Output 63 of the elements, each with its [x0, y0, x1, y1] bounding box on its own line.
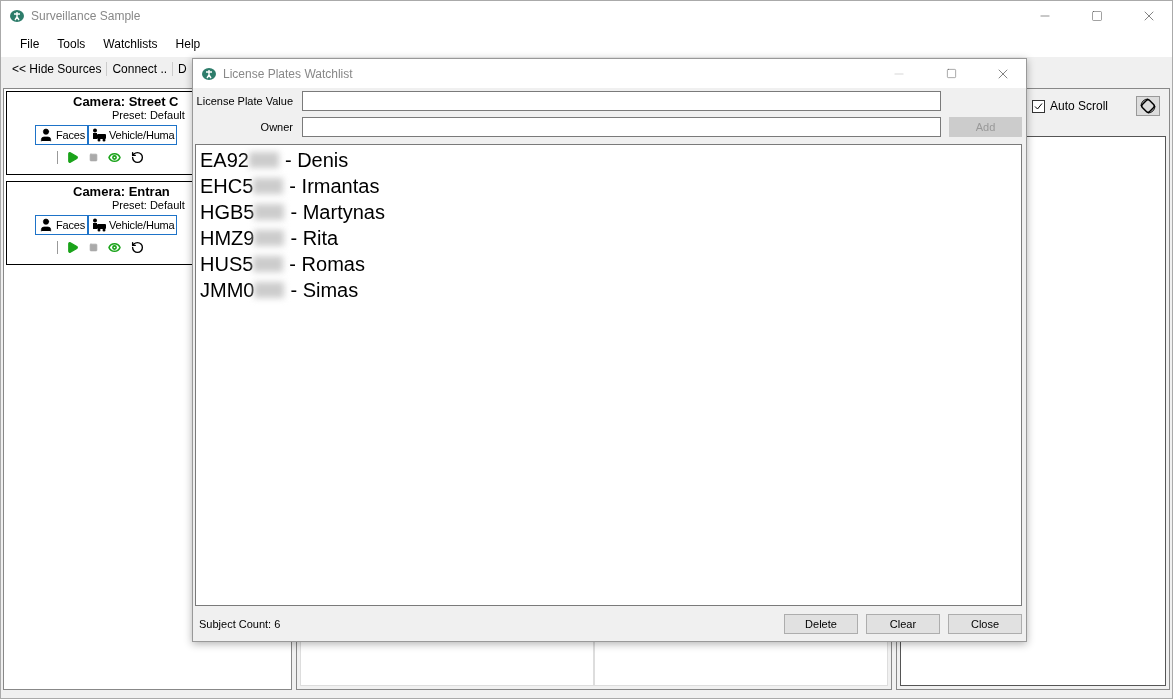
owner-text[interactable]: - Rita [290, 226, 339, 250]
redaction-blur [254, 282, 285, 298]
toolbar-button[interactable]: << Hide Sources [7, 61, 108, 76]
redaction-blur [254, 204, 285, 220]
reset-icon[interactable] [131, 241, 144, 254]
eye-icon[interactable] [108, 241, 121, 254]
menu-item[interactable]: Help [166, 36, 210, 51]
person-icon [38, 217, 54, 233]
redaction-blur [253, 256, 284, 272]
camera-tab[interactable]: Vehicle/Huma [87, 125, 178, 145]
plate-text[interactable]: JMM0 [200, 278, 255, 302]
camera-tab[interactable]: Vehicle/Huma [87, 215, 178, 235]
person-icon [38, 127, 54, 143]
app-logo-icon [201, 65, 217, 82]
redaction-blur [254, 230, 285, 246]
dialog-button[interactable]: Delete [784, 613, 858, 634]
stop-icon[interactable] [89, 243, 98, 252]
menu-item[interactable]: Tools [48, 36, 95, 51]
redaction-blur [248, 152, 279, 168]
dialog-button[interactable]: Close [948, 613, 1022, 634]
stop-icon[interactable] [89, 153, 98, 162]
maximize-icon[interactable] [1091, 9, 1103, 22]
vehicle-person-icon [90, 218, 107, 232]
camera-title: Camera: Street C [73, 94, 179, 109]
rotate-button[interactable] [1136, 96, 1160, 116]
plate-text[interactable]: HGB5 [200, 200, 255, 224]
input-field[interactable] [302, 117, 941, 137]
owner-text[interactable]: - Martynas [290, 200, 385, 224]
plate-text[interactable]: EHC5 [200, 174, 254, 198]
app-logo-icon [9, 7, 25, 24]
dialog-button[interactable]: Clear [866, 613, 940, 634]
toolbar-button[interactable]: Connect .. [107, 61, 174, 76]
reset-icon[interactable] [131, 151, 144, 164]
dialog-title: License Plates Watchlist [223, 66, 354, 81]
preset-label: Preset: Default [111, 199, 186, 211]
owner-text[interactable]: - Romas [289, 252, 365, 276]
camera-tab[interactable]: Faces [35, 125, 88, 145]
plate-text[interactable]: HMZ9 [200, 226, 255, 250]
field-label: Owner [259, 121, 294, 133]
owner-text[interactable]: - Simas [290, 278, 359, 302]
plate-text[interactable]: HUS5 [200, 252, 254, 276]
input-field[interactable] [302, 91, 941, 111]
eye-icon[interactable] [108, 151, 121, 164]
plate-text[interactable]: EA92 [200, 148, 249, 172]
menu-item[interactable]: Watchlists [94, 36, 167, 51]
camera-title: Camera: Entran [73, 184, 170, 199]
check-icon [1034, 101, 1043, 111]
toolbar-button[interactable]: D [173, 61, 192, 76]
vehicle-person-icon [90, 128, 107, 142]
window-title: Surveillance Sample [31, 8, 142, 23]
owner-text[interactable]: - Denis [284, 148, 349, 172]
play-icon[interactable] [66, 151, 79, 164]
play-icon[interactable] [66, 241, 79, 254]
menu-item[interactable]: File [11, 36, 49, 51]
auto-scroll-checkbox[interactable]: Auto Scroll [1032, 99, 1109, 113]
field-label: License Plate Value [195, 95, 294, 107]
rotate-icon [1139, 97, 1157, 115]
redaction-blur [253, 178, 284, 194]
owner-text[interactable]: - Irmantas [289, 174, 380, 198]
subject-count: Subject Count: 6 [199, 617, 282, 630]
preset-label: Preset: Default [111, 109, 186, 121]
camera-tab[interactable]: Faces [35, 215, 88, 235]
maximize-icon[interactable] [945, 68, 957, 79]
